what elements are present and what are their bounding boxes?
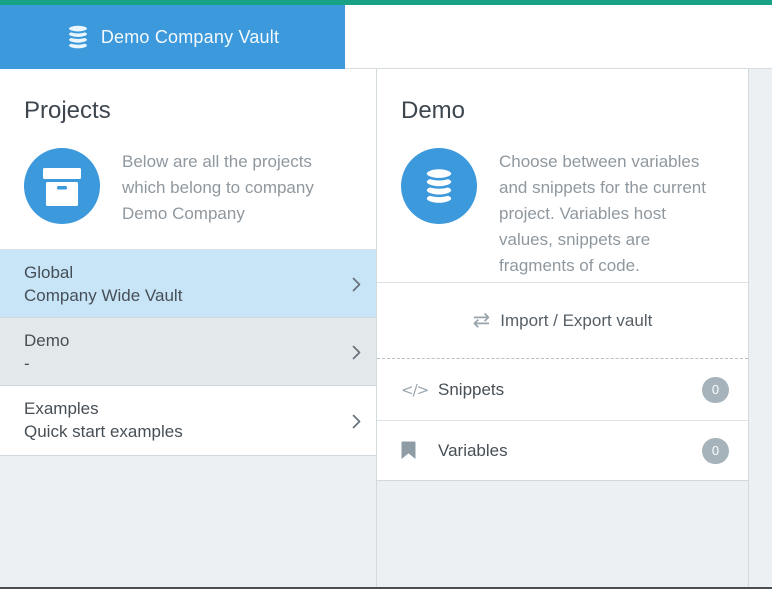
snippets-row[interactable]: </> Snippets 0 [377,359,748,421]
projects-description: Below are all the projects which belong … [122,149,352,227]
project-row-demo[interactable]: Demo - [0,318,376,386]
import-export-button[interactable]: ⇄ Import / Export vault [377,283,748,359]
archive-box-icon [24,148,100,224]
variables-label: Variables [438,441,702,461]
project-subtitle: - [24,352,336,375]
swap-arrows-icon: ⇄ [473,310,491,331]
project-row-global[interactable]: Global Company Wide Vault [0,250,376,318]
chevron-right-icon [352,414,361,434]
import-export-label: Import / Export vault [500,311,652,331]
vault-tab-label: Demo Company Vault [101,27,279,48]
projects-title: Projects [24,95,352,127]
detail-panel-header: Demo Choose between variables and snippe… [377,69,748,283]
detail-description: Choose between variables and snippets fo… [499,149,724,279]
chevron-right-icon [352,345,361,365]
variables-count-badge: 0 [702,438,729,464]
vault-tab[interactable]: Demo Company Vault [0,5,345,69]
project-row-examples[interactable]: Examples Quick start examples [0,386,376,456]
chevron-right-icon [352,277,361,297]
bookmark-icon [401,441,431,460]
project-name: Global [24,261,336,284]
variables-row[interactable]: Variables 0 [377,421,748,481]
database-icon [401,148,477,224]
database-icon [66,24,90,50]
header-bar: Demo Company Vault [0,5,772,69]
project-subtitle: Company Wide Vault [24,284,336,307]
snippets-label: Snippets [438,380,702,400]
projects-panel-header: Projects Below are all the projects whic… [0,69,376,250]
project-name: Demo [24,329,336,352]
project-name: Examples [24,397,336,420]
project-subtitle: Quick start examples [24,420,336,443]
snippets-count-badge: 0 [702,377,729,403]
detail-title: Demo [401,95,724,127]
projects-panel: Projects Below are all the projects whic… [0,69,377,589]
code-icon: </> [401,381,431,399]
project-detail-panel: Demo Choose between variables and snippe… [377,69,749,589]
top-accent-strip [0,0,772,5]
